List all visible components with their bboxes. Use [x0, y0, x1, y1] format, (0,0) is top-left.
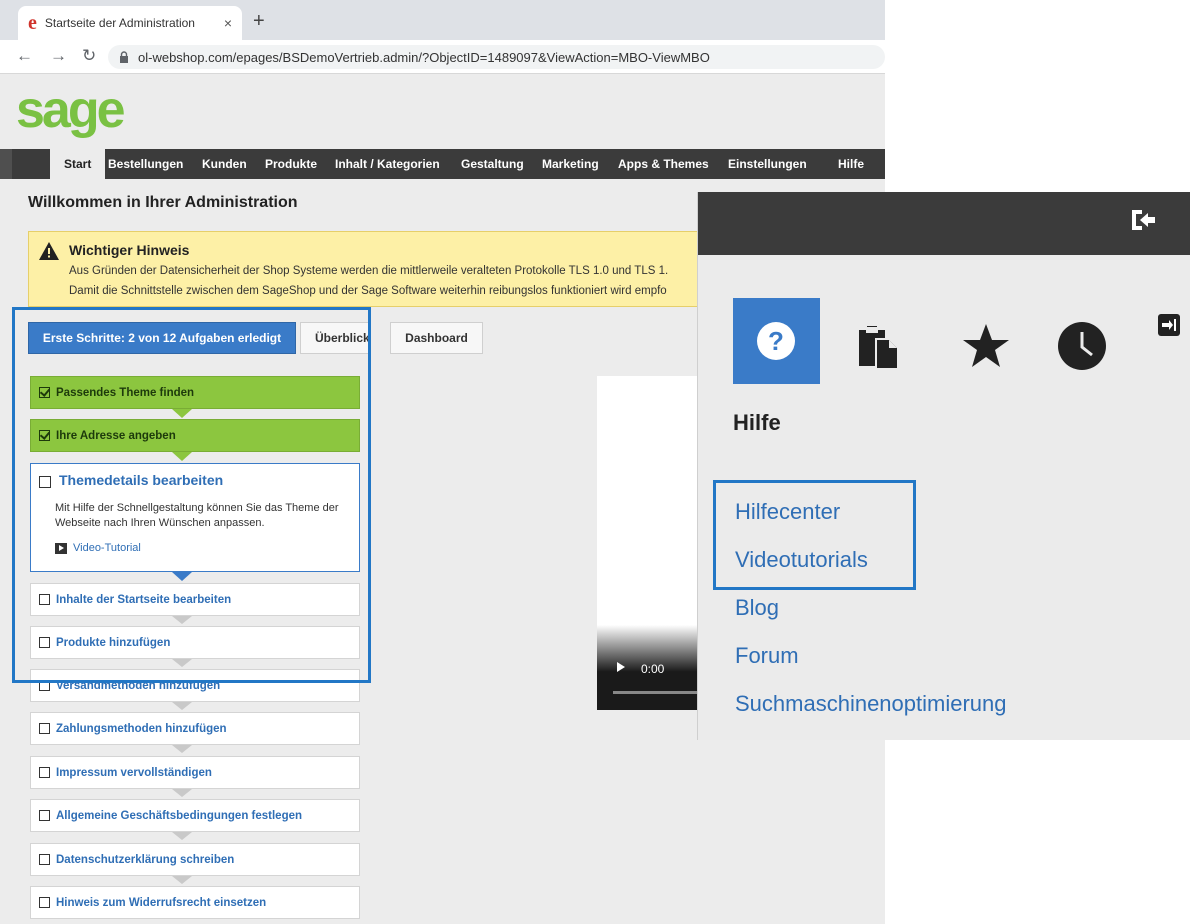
step-connector-arrow: [172, 702, 192, 710]
checkbox-icon[interactable]: [39, 897, 50, 908]
link-blog[interactable]: Blog: [735, 595, 779, 621]
help-panel-topbar: [698, 192, 1190, 255]
step-label: Hinweis zum Widerrufsrecht einsetzen: [56, 896, 267, 909]
help-panel-zoom: ? Hilfe Hilfecenter Videotutorials Blog …: [697, 192, 1190, 740]
main-navigation: Start Bestellungen Kunden Produkte Inhal…: [0, 149, 885, 179]
nav-marketing[interactable]: Marketing: [542, 149, 599, 179]
address-bar: ← → ↻ ol-webshop.com/epages/BSDemoVertri…: [0, 40, 885, 74]
nav-bestellungen[interactable]: Bestellungen: [108, 149, 183, 179]
step-connector-arrow: [172, 832, 192, 840]
lock-icon: [120, 51, 128, 63]
url-input[interactable]: ol-webshop.com/epages/BSDemoVertrieb.adm…: [108, 45, 885, 69]
tab-close-icon[interactable]: ×: [224, 15, 232, 31]
link-forum[interactable]: Forum: [735, 643, 799, 669]
browser-tabstrip: e Startseite der Administration × +: [0, 0, 885, 40]
star-icon[interactable]: [961, 322, 1011, 370]
link-suchmaschinenoptimierung[interactable]: Suchmaschinenoptimierung: [735, 691, 1007, 717]
question-icon: ?: [757, 322, 795, 360]
collapse-panel-icon[interactable]: [1158, 314, 1180, 336]
nav-hilfe[interactable]: Hilfe: [838, 149, 864, 179]
checkbox-icon[interactable]: [39, 723, 50, 734]
tab-title: Startseite der Administration: [44, 16, 195, 30]
checkbox-icon[interactable]: [39, 810, 50, 821]
step-label: Impressum vervollständigen: [56, 766, 212, 779]
step-label: Allgemeine Geschäftsbedingungen festlege…: [56, 809, 303, 822]
video-play-icon[interactable]: [617, 662, 625, 672]
help-tab-button[interactable]: ?: [733, 298, 820, 384]
reload-icon[interactable]: ↻: [82, 46, 96, 66]
url-text: ol-webshop.com/epages/BSDemoVertrieb.adm…: [138, 49, 710, 65]
highlight-frame: [713, 480, 916, 590]
notice-line-1: Aus Gründen der Datensicherheit der Shop…: [69, 265, 669, 277]
notice-line-2: Damit die Schnittstelle zwischen dem Sag…: [69, 285, 667, 297]
nav-apps-themes[interactable]: Apps & Themes: [618, 149, 709, 179]
dashboard-button[interactable]: Dashboard: [390, 322, 483, 354]
logout-icon[interactable]: [1128, 206, 1158, 234]
clock-icon[interactable]: [1056, 320, 1108, 372]
nav-produkte[interactable]: Produkte: [265, 149, 317, 179]
nav-gestaltung[interactable]: Gestaltung: [461, 149, 524, 179]
step-label: Zahlungsmethoden hinzufügen: [56, 722, 227, 735]
nav-kunden[interactable]: Kunden: [202, 149, 247, 179]
notice-title: Wichtiger Hinweis: [69, 242, 190, 258]
ie-favicon-icon: e: [28, 12, 37, 34]
page-title: Willkommen in Ihrer Administration: [28, 194, 298, 211]
clipboard-icon[interactable]: [853, 322, 901, 370]
sage-logo[interactable]: sage: [16, 80, 126, 140]
nav-start[interactable]: Start: [50, 149, 106, 179]
step-widerruf[interactable]: Hinweis zum Widerrufsrecht einsetzen: [30, 886, 360, 919]
step-datenschutz[interactable]: Datenschutzerklärung schreiben: [30, 843, 360, 876]
step-label: Datenschutzerklärung schreiben: [56, 853, 235, 866]
browser-tab[interactable]: e Startseite der Administration ×: [18, 6, 242, 40]
checkbox-icon[interactable]: [39, 854, 50, 865]
step-impressum[interactable]: Impressum vervollständigen: [30, 756, 360, 789]
step-connector-arrow: [172, 789, 192, 797]
new-tab-icon[interactable]: +: [253, 10, 265, 33]
highlight-frame: [12, 307, 371, 683]
nav-einstellungen[interactable]: Einstellungen: [728, 149, 807, 179]
video-time: 0:00: [641, 662, 665, 676]
step-agb[interactable]: Allgemeine Geschäftsbedingungen festlege…: [30, 799, 360, 832]
step-zahlung[interactable]: Zahlungsmethoden hinzufügen: [30, 712, 360, 745]
step-connector-arrow: [172, 745, 192, 753]
warning-icon: [39, 242, 59, 260]
back-icon[interactable]: ←: [16, 46, 33, 66]
help-heading: Hilfe: [733, 410, 781, 435]
step-connector-arrow: [172, 876, 192, 884]
forward-icon[interactable]: →: [50, 46, 67, 66]
nav-inhalt-kategorien[interactable]: Inhalt / Kategorien: [335, 149, 440, 179]
checkbox-icon[interactable]: [39, 767, 50, 778]
